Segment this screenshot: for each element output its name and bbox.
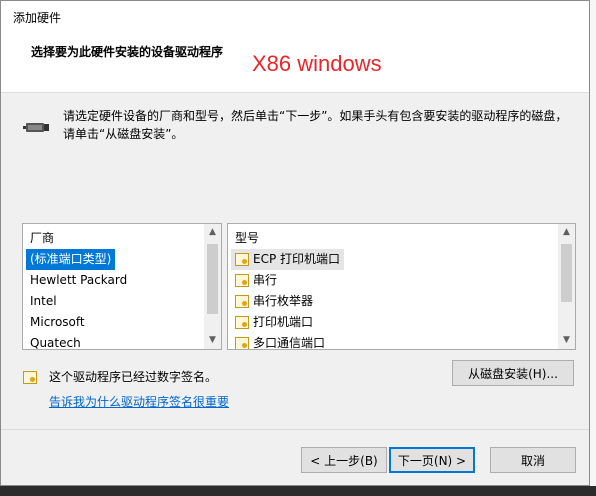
annotation-text: X86 windows [252,51,382,76]
scroll-up-icon[interactable]: ▲ [558,224,575,241]
certificate-icon [235,253,249,266]
manufacturer-list-header: 厂商 [30,231,55,245]
taskbar-strip [0,486,596,496]
scrollbar-thumb[interactable] [207,244,218,314]
connector-icon [23,123,49,132]
certificate-icon [235,337,249,349]
manufacturer-item-intel[interactable]: Intel [26,291,203,312]
manufacturer-scrollbar[interactable]: ▲ ▼ [204,224,221,349]
certificate-icon [23,371,37,384]
manufacturer-item-microsoft[interactable]: Microsoft [26,312,203,333]
manufacturer-item-hewlett-packard[interactable]: Hewlett Packard [26,270,203,291]
signing-info-link[interactable]: 告诉我为什么驱动程序签名很重要 [49,393,229,410]
model-item-label: 打印机端口 [253,315,314,329]
title-bar[interactable]: 添加硬件 [1,1,589,31]
scrollbar-thumb[interactable] [561,244,572,302]
have-disk-button[interactable]: 从磁盘安装(H)... [452,360,574,386]
model-item-multiport-comm[interactable]: 多口通信端口 [231,333,557,350]
model-item-ecp-printer-port[interactable]: ECP 打印机端口 [231,249,345,270]
model-item-serial-enumerator[interactable]: 串行枚举器 [231,291,557,312]
model-item-label: 串行 [253,273,278,287]
signature-status: 这个驱动程序已经过数字签名。 [49,370,218,384]
certificate-icon [235,295,249,308]
wizard-header: 选择要为此硬件安装的设备驱动程序 X86 windows [1,31,589,93]
next-button[interactable]: 下一页(N) > [389,447,475,473]
model-item-label: ECP 打印机端口 [253,252,341,266]
model-item-label: 串行枚举器 [253,294,314,308]
cancel-button[interactable]: 取消 [490,447,576,473]
manufacturer-list[interactable]: 厂商 (标准端口类型) Hewlett Packard Intel Micros… [22,223,222,350]
certificate-icon [235,316,249,329]
add-hardware-dialog: 添加硬件 选择要为此硬件安装的设备驱动程序 X86 windows 请选定硬件设… [0,0,590,486]
model-item-printer-port[interactable]: 打印机端口 [231,312,557,333]
manufacturer-item-quatech[interactable]: Quatech [26,333,203,349]
model-item-label: 多口通信端口 [253,336,326,350]
back-button[interactable]: < 上一步(B) [301,447,387,473]
instructions-line-2: 请单击“从磁盘安装”。 [63,127,184,141]
scroll-up-icon[interactable]: ▲ [204,224,221,241]
scroll-down-icon[interactable]: ▼ [204,332,221,349]
page-heading: 选择要为此硬件安装的设备驱动程序 [31,45,224,59]
model-item-serial[interactable]: 串行 [231,270,557,291]
window-title: 添加硬件 [13,11,62,25]
window-edge [590,0,596,486]
instructions: 请选定硬件设备的厂商和型号，然后单击“下一步”。如果手头有包含要安装的驱动程序的… [63,107,583,143]
model-list[interactable]: 型号 ECP 打印机端口 串行 串行枚举器 打印机端口 多口通信端口 ▲ ▼ [227,223,576,350]
divider [1,429,589,430]
model-scrollbar[interactable]: ▲ ▼ [558,224,575,349]
model-list-header: 型号 [235,231,260,245]
manufacturer-item-standard-ports[interactable]: (标准端口类型) [26,249,116,270]
instructions-line-1: 请选定硬件设备的厂商和型号，然后单击“下一步”。如果手头有包含要安装的驱动程序的… [63,109,568,123]
scroll-down-icon[interactable]: ▼ [558,332,575,349]
certificate-icon [235,274,249,287]
